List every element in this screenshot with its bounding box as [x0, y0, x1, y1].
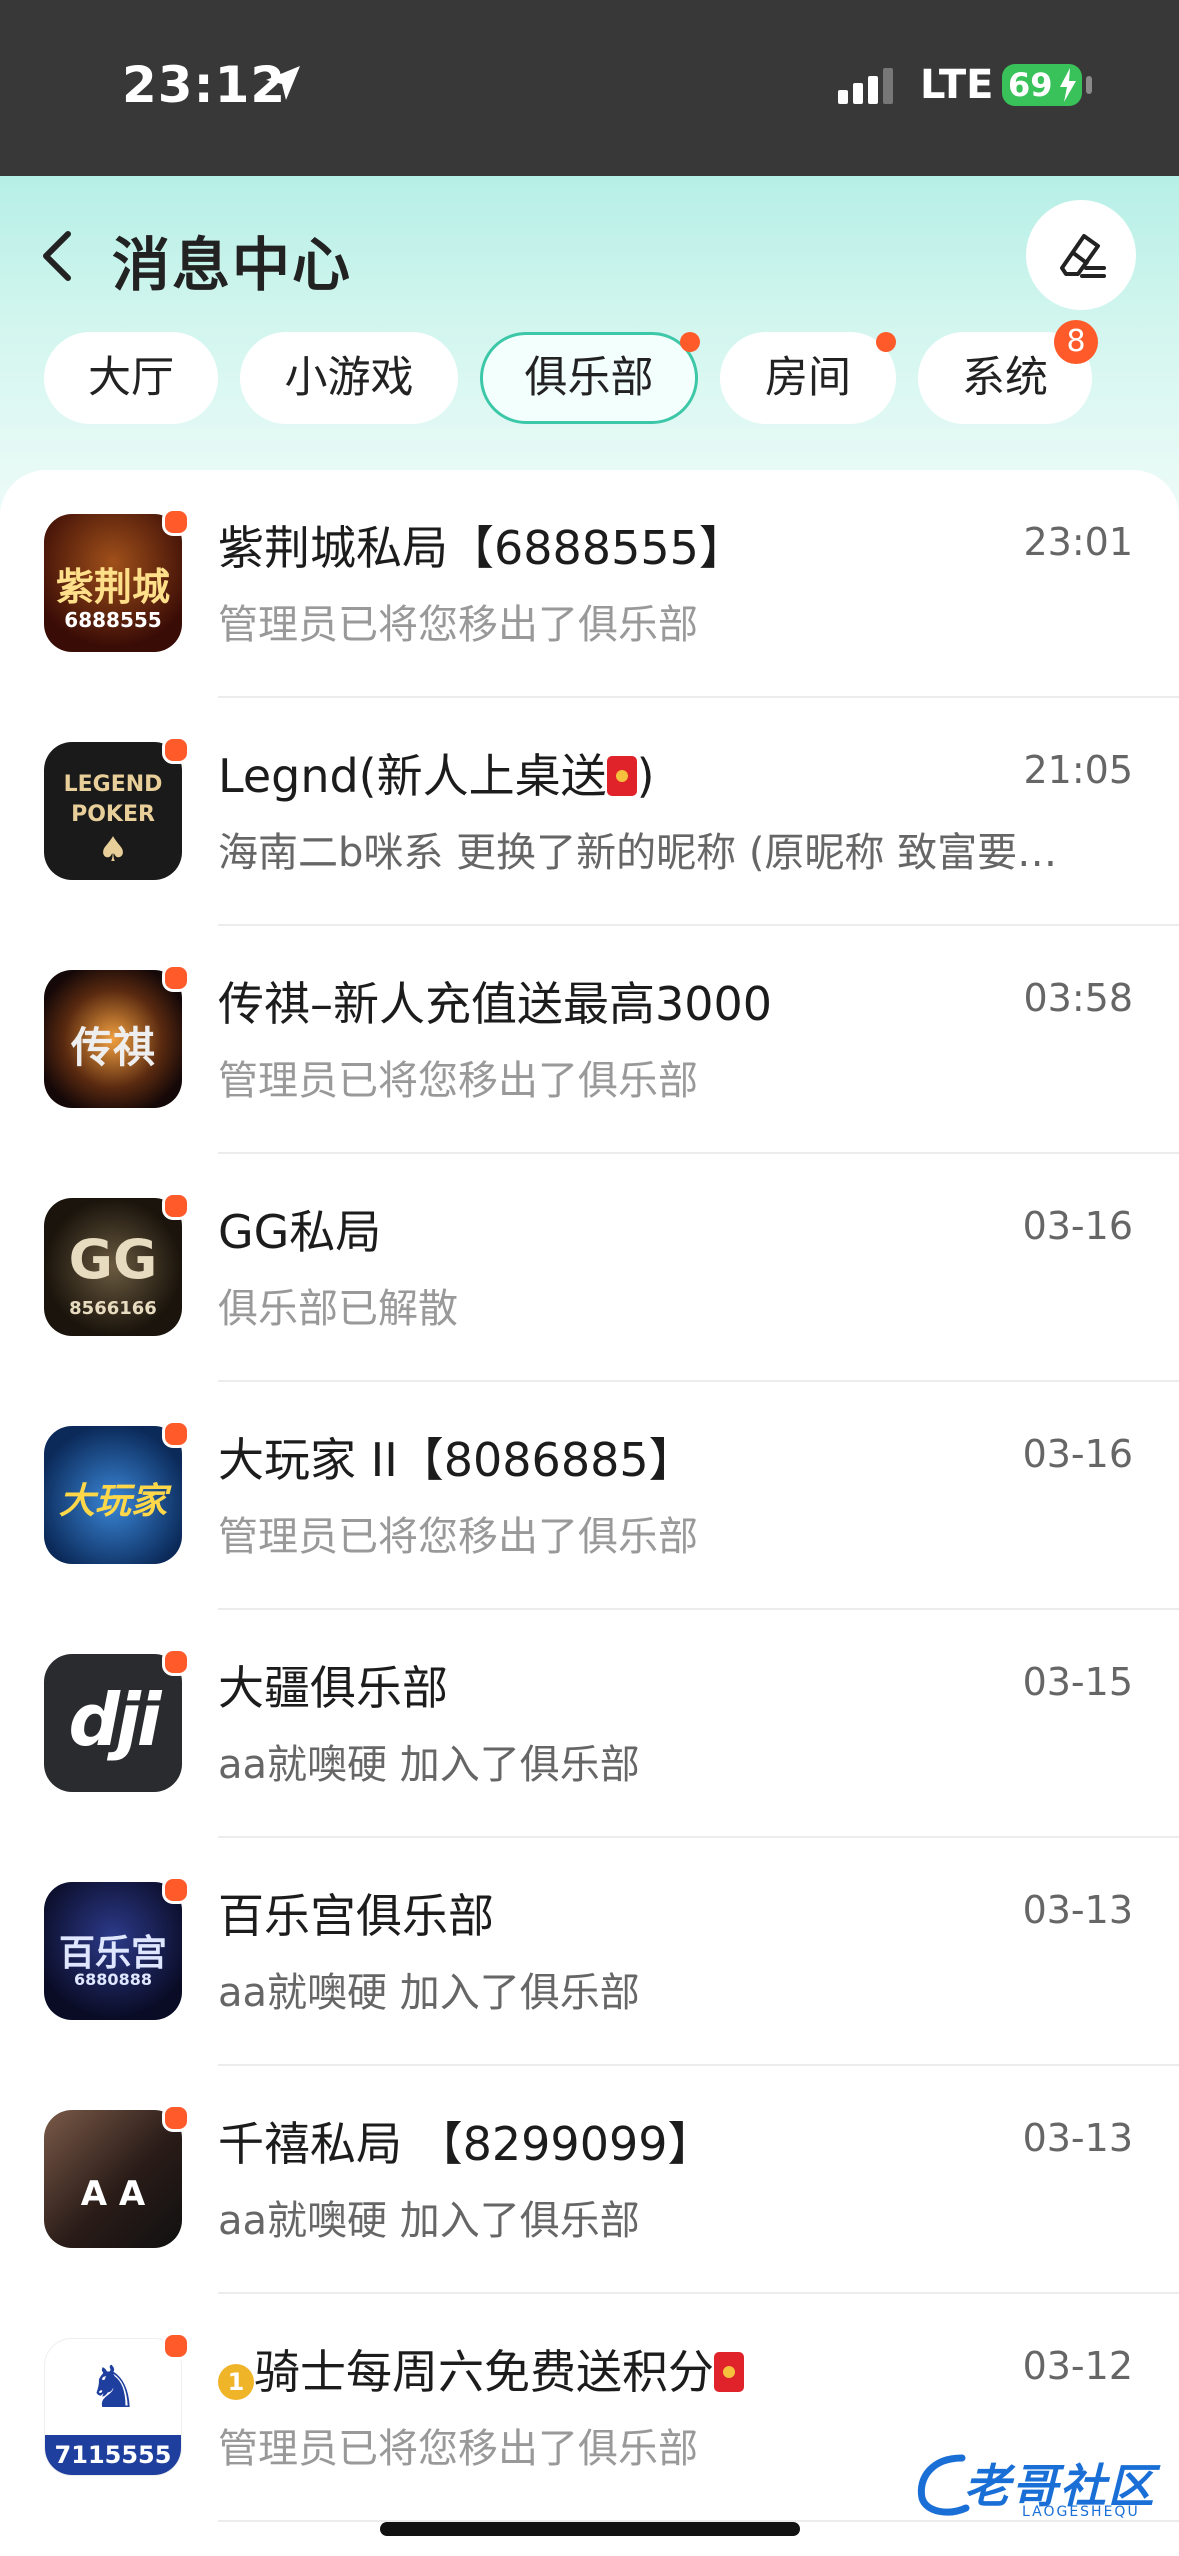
- chat-time: 03-12: [1022, 2344, 1133, 2388]
- chat-time: 03-13: [1022, 2116, 1133, 2160]
- chat-preview: aa就噢硬 加入了俱乐部: [218, 1742, 640, 1788]
- chat-time: 21:05: [1023, 748, 1133, 792]
- chat-time: 03-16: [1022, 1432, 1133, 1476]
- location-arrow-icon: [264, 64, 302, 106]
- status-bar: 23:12 LTE 69: [0, 0, 1179, 176]
- list-item[interactable]: dji 大疆俱乐部 03-15 aa就噢硬 加入了俱乐部: [0, 1610, 1179, 1838]
- list-item[interactable]: 大玩家 大玩家 II【8086885】 03-16 管理员已将您移出了俱乐部: [0, 1382, 1179, 1610]
- avatar: 紫荆城 6888555: [44, 514, 182, 652]
- network-type: LTE: [920, 62, 994, 108]
- avatar: ♞ 7115555: [44, 2338, 182, 2476]
- avatar-text: 7115555: [45, 2435, 181, 2475]
- tab-label: 俱乐部: [524, 353, 654, 403]
- chat-preview: aa就噢硬 加入了俱乐部: [218, 2198, 640, 2244]
- chat-time: 03-16: [1022, 1204, 1133, 1248]
- chat-preview: aa就噢硬 加入了俱乐部: [218, 1970, 640, 2016]
- watermark-subtext: LAOGESHEQU: [1022, 2504, 1140, 2520]
- playing-cards-icon: A A: [80, 2174, 146, 2214]
- status-time: 23:12: [122, 56, 287, 114]
- chat-name: 千禧私局 【8299099】: [218, 2117, 714, 2171]
- tab-label: 房间: [765, 353, 851, 403]
- avatar-text: dji: [68, 1678, 162, 1762]
- home-indicator[interactable]: [380, 2522, 800, 2536]
- spade-icon: ♠: [97, 830, 129, 870]
- list-item[interactable]: 紫荆城 6888555 紫荆城私局【6888555】 23:01 管理员已将您移…: [0, 470, 1179, 698]
- unread-dot: [162, 736, 190, 764]
- clear-messages-button[interactable]: [1026, 200, 1136, 310]
- chat-time: 03:58: [1023, 976, 1133, 1020]
- chat-name: 1 骑士每周六免费送积分: [218, 2336, 1008, 2402]
- page-title: 消息中心: [112, 231, 353, 299]
- battery-level: 69: [1008, 66, 1053, 104]
- chat-name: 百乐宫俱乐部: [218, 1889, 494, 1943]
- red-envelope-icon: [606, 756, 637, 796]
- chat-time: 03-15: [1022, 1660, 1133, 1704]
- chat-preview: 管理员已将您移出了俱乐部: [218, 1058, 698, 1104]
- unread-dot: [162, 2104, 190, 2132]
- list-item[interactable]: 传祺 传祺–新人充值送最高3000 03:58 管理员已将您移出了俱乐部: [0, 926, 1179, 1154]
- medal-icon: 1: [218, 2364, 254, 2400]
- chat-name: Legnd(新人上桌送): [218, 749, 655, 803]
- knight-icon: ♞: [87, 2353, 139, 2421]
- chat-preview: 管理员已将您移出了俱乐部: [218, 602, 698, 648]
- message-list: 紫荆城 6888555 紫荆城私局【6888555】 23:01 管理员已将您移…: [0, 470, 1179, 2556]
- chat-preview: 俱乐部已解散: [218, 1286, 458, 1332]
- list-item[interactable]: GG 8566166 GG私局 03-16 俱乐部已解散: [0, 1154, 1179, 1382]
- avatar: GG 8566166: [44, 1198, 182, 1336]
- avatar-text: 大玩家: [58, 1481, 167, 1522]
- dragon-icon: [917, 2454, 970, 2516]
- unread-dot: [162, 2332, 190, 2360]
- avatar-subtext: 6880888: [74, 1970, 152, 1989]
- chat-preview: 管理员已将您移出了俱乐部: [218, 1514, 698, 1560]
- back-button[interactable]: [38, 228, 78, 284]
- chat-time: 03-13: [1022, 1888, 1133, 1932]
- list-item[interactable]: A A 千禧私局 【8299099】 03-13 aa就噢硬 加入了俱乐部: [0, 2066, 1179, 2294]
- avatar: LEGEND POKER ♠: [44, 742, 182, 880]
- avatar: 传祺: [44, 970, 182, 1108]
- avatar-text: 传祺: [70, 1023, 155, 1072]
- tab-lobby[interactable]: 大厅: [44, 332, 218, 424]
- unread-dot: [162, 964, 190, 992]
- list-item[interactable]: 百乐宫 6880888 百乐宫俱乐部 03-13 aa就噢硬 加入了俱乐部: [0, 1838, 1179, 2066]
- chat-name: 大玩家 II【8086885】: [218, 1433, 695, 1487]
- chat-name: GG私局: [218, 1205, 382, 1259]
- avatar: 大玩家: [44, 1426, 182, 1564]
- avatar: A A: [44, 2110, 182, 2248]
- tab-mini-games[interactable]: 小游戏: [240, 332, 458, 424]
- chat-name: 大疆俱乐部: [218, 1661, 448, 1715]
- chat-name: 传祺–新人充值送最高3000: [218, 977, 773, 1031]
- avatar-text: 百乐宫: [58, 1933, 167, 1974]
- chat-preview: 海南二b咪系 更换了新的昵称 (原昵称 致富要…: [218, 830, 1058, 876]
- avatar-text: 紫荆城: [55, 565, 170, 609]
- tab-unread-dot: [680, 332, 700, 352]
- tab-label: 小游戏: [284, 353, 414, 403]
- avatar-text: LEGEND: [63, 772, 163, 797]
- unread-dot: [162, 1648, 190, 1676]
- unread-dot: [162, 1192, 190, 1220]
- chat-name: 紫荆城私局【6888555】: [218, 521, 745, 575]
- avatar-subtext: 6888555: [64, 608, 162, 632]
- signal-icon: [838, 68, 898, 108]
- tab-room[interactable]: 房间: [720, 332, 896, 424]
- charging-bolt-icon: [1058, 68, 1078, 106]
- avatar: dji: [44, 1654, 182, 1792]
- tab-label: 系统: [962, 353, 1048, 403]
- list-item[interactable]: LEGEND POKER ♠ Legnd(新人上桌送) 21:05 海南二b咪系…: [0, 698, 1179, 926]
- unread-dot: [162, 1876, 190, 1904]
- tab-unread-dot: [876, 332, 896, 352]
- tab-label: 大厅: [88, 353, 174, 403]
- avatar-subtext: POKER: [71, 802, 155, 827]
- unread-dot: [162, 1420, 190, 1448]
- tab-club[interactable]: 俱乐部: [480, 332, 698, 424]
- battery-tip: [1086, 76, 1092, 94]
- unread-dot: [162, 508, 190, 536]
- watermark-logo: 老哥社区 LAOGESHEQU: [912, 2448, 1162, 2528]
- red-envelope-icon: [714, 2352, 744, 2392]
- avatar-text: GG: [68, 1228, 158, 1291]
- eraser-icon: [1060, 234, 1106, 278]
- avatar-subtext: 8566166: [69, 1298, 157, 1319]
- chat-time: 23:01: [1023, 520, 1133, 564]
- tab-system-badge: 8: [1054, 320, 1098, 364]
- avatar: 百乐宫 6880888: [44, 1882, 182, 2020]
